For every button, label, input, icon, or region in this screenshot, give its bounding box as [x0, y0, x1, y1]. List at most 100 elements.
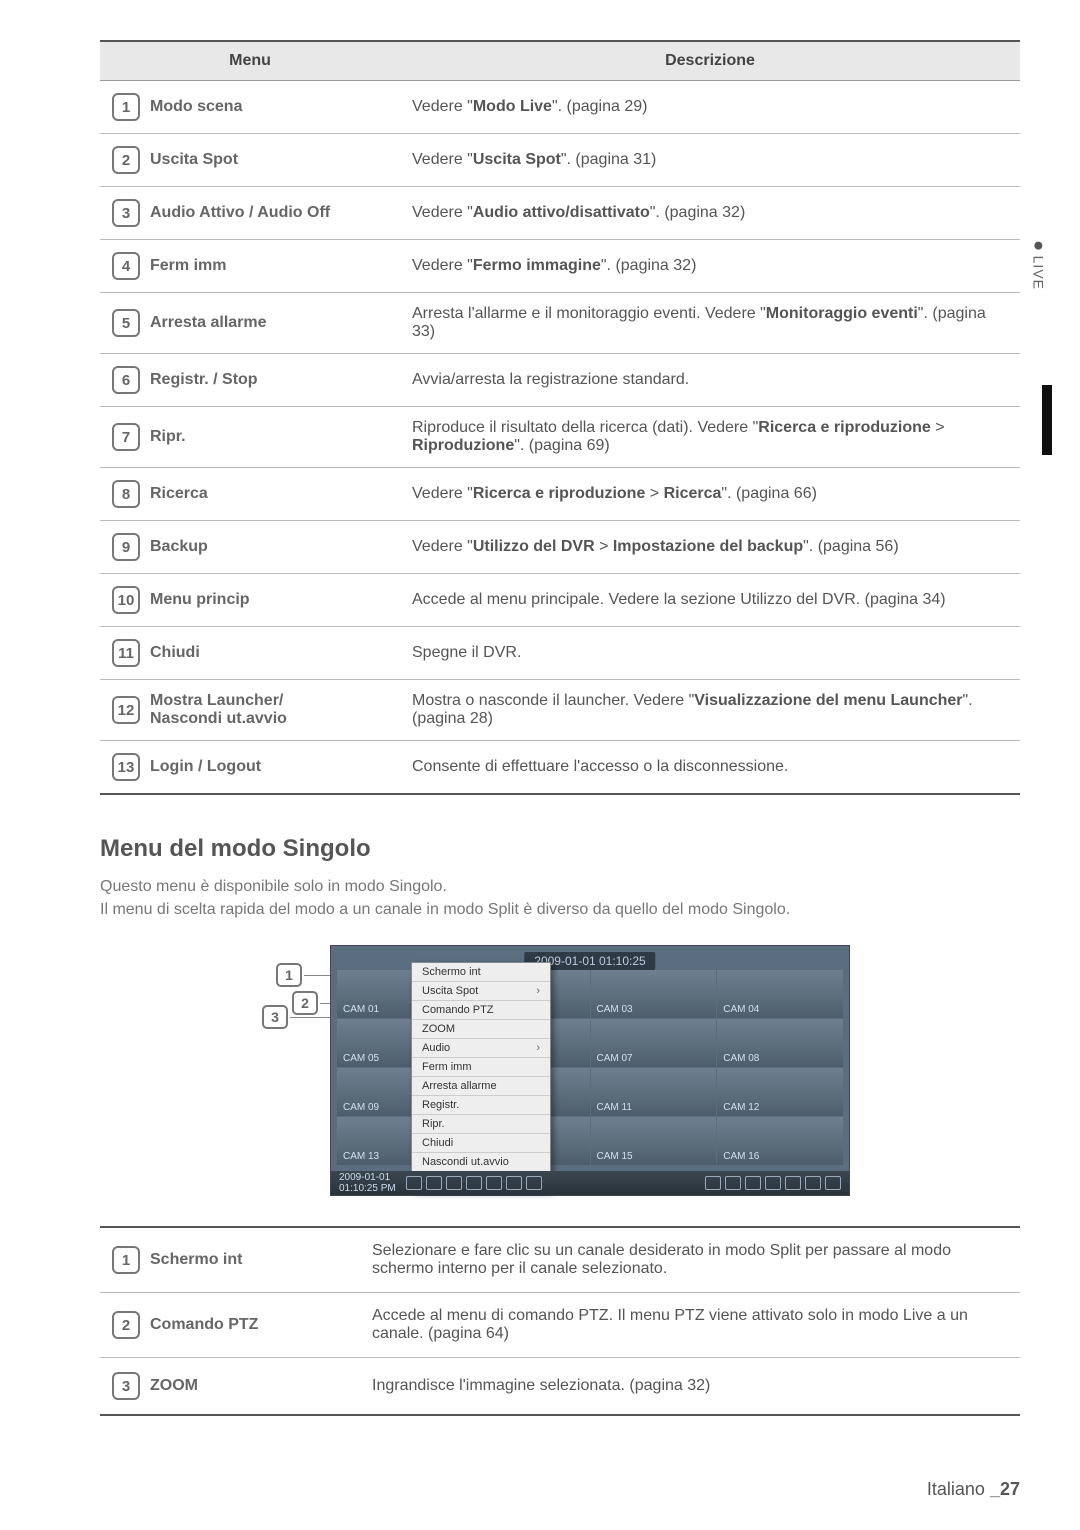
menu-label: Menu princip [150, 591, 250, 609]
zoom-icon [725, 1176, 741, 1190]
context-menu-item: Audio [412, 1039, 550, 1058]
page-footer: Italiano _27 [927, 1479, 1020, 1500]
menu-desc: Ingrandisce l'immagine selezionata. (pag… [360, 1358, 1020, 1416]
side-tab-label: LIVE [1030, 256, 1046, 290]
camera-tile: CAM 04 [717, 970, 843, 1018]
row-number: 3 [112, 1372, 140, 1400]
menu-desc: Accede al menu principale. Vedere la sez… [400, 574, 1020, 627]
intro-line-2: Il menu di scelta rapida del modo a un c… [100, 901, 790, 918]
menu-label: Registr. / Stop [150, 371, 258, 389]
speaker-icon [705, 1176, 721, 1190]
layout-icon [526, 1176, 542, 1190]
menu-desc: Spegne il DVR. [400, 627, 1020, 680]
menu-desc: Arresta l'allarme e il monitoraggio even… [400, 293, 1020, 354]
menu-desc: Accede al menu di comando PTZ. Il menu P… [360, 1293, 1020, 1358]
side-black-bar [1042, 385, 1052, 455]
menu-desc: Vedere "Uscita Spot". (pagina 31) [400, 134, 1020, 187]
side-tab: LIVE [1030, 242, 1046, 290]
play-icon [825, 1176, 841, 1190]
row-number: 4 [112, 252, 140, 280]
menu-desc: Consente di effettuare l'accesso o la di… [400, 741, 1020, 795]
intro-line-1: Questo menu è disponibile solo in modo S… [100, 878, 447, 895]
context-menu-item: Schermo int [412, 963, 550, 982]
callout-leaders: 1 2 3 [270, 945, 330, 1196]
row-number: 1 [112, 1246, 140, 1274]
camera-tile: CAM 08 [717, 1019, 843, 1067]
layout-icon [406, 1176, 422, 1190]
row-number: 3 [112, 199, 140, 227]
context-menu-item: Ferm imm [412, 1058, 550, 1077]
screenshot-figure: 1 2 3 2009-01-01 01:10:25 CAM 01CAM 03CA… [100, 945, 1020, 1196]
context-menu-item: ZOOM [412, 1020, 550, 1039]
context-menu-item: Chiudi [412, 1134, 550, 1153]
menu-label: Backup [150, 538, 208, 556]
menu-label: Login / Logout [150, 758, 261, 776]
menu-label: Schermo int [150, 1251, 242, 1269]
layout-icon [506, 1176, 522, 1190]
menu-label: Arresta allarme [150, 314, 267, 332]
menu-label: Modo scena [150, 98, 242, 116]
menu-label: Mostra Launcher/Nascondi ut.avvio [150, 692, 287, 728]
menu-label: ZOOM [150, 1377, 198, 1395]
row-number: 9 [112, 533, 140, 561]
camera-tile: CAM 11 [591, 1068, 717, 1116]
context-menu-item: Comando PTZ [412, 1001, 550, 1020]
callout-3: 3 [262, 1005, 288, 1029]
context-menu-item: Ripr. [412, 1115, 550, 1134]
layout-icon [486, 1176, 502, 1190]
layout-icon [466, 1176, 482, 1190]
row-number: 2 [112, 1311, 140, 1339]
menu-desc: Selezionare e fare clic su un canale des… [360, 1227, 1020, 1293]
dvr-screenshot: 2009-01-01 01:10:25 CAM 01CAM 03CAM 04CA… [330, 945, 850, 1196]
context-menu-item: Arresta allarme [412, 1077, 550, 1096]
context-menu-item: Nascondi ut.avvio [412, 1153, 550, 1172]
menu-desc: Vedere "Fermo immagine". (pagina 32) [400, 240, 1020, 293]
freeze-icon [785, 1176, 801, 1190]
menu-label: Uscita Spot [150, 151, 238, 169]
context-menu: Schermo intUscita SpotComando PTZZOOMAud… [411, 962, 551, 1191]
row-number: 8 [112, 480, 140, 508]
menu-desc: Mostra o nasconde il launcher. Vedere "V… [400, 680, 1020, 741]
menu-label: Comando PTZ [150, 1316, 258, 1334]
row-number: 10 [112, 586, 140, 614]
menu-description-table: Menu Descrizione 1 Modo scena Vedere "Modo… [100, 40, 1020, 795]
row-number: 6 [112, 366, 140, 394]
camera-tile: CAM 15 [591, 1117, 717, 1165]
menu-label: Chiudi [150, 644, 200, 662]
section-title: Menu del modo Singolo [100, 835, 1020, 863]
menu-desc: Riproduce il risultato della ricerca (da… [400, 407, 1020, 468]
footer-lang: Italiano [927, 1479, 985, 1499]
footer-page: _27 [990, 1479, 1020, 1499]
row-number: 1 [112, 93, 140, 121]
menu-label: Ricerca [150, 485, 208, 503]
alarm-icon [765, 1176, 781, 1190]
menu-desc: Vedere "Utilizzo del DVR > Impostazione … [400, 521, 1020, 574]
camera-tile: CAM 03 [591, 970, 717, 1018]
single-mode-table: 1 Schermo int Selezionare e fare clic su u… [100, 1226, 1020, 1416]
menu-desc: Vedere "Modo Live". (pagina 29) [400, 81, 1020, 134]
toolbar-date: 2009-01-0101:10:25 PM [339, 1172, 396, 1194]
menu-desc: Vedere "Audio attivo/disattivato". (pagi… [400, 187, 1020, 240]
intro-text: Questo menu è disponibile solo in modo S… [100, 875, 1020, 921]
context-menu-item: Uscita Spot [412, 982, 550, 1001]
bottom-toolbar: 2009-01-0101:10:25 PM [331, 1171, 849, 1195]
row-number: 5 [112, 309, 140, 337]
col-header-menu: Menu [100, 41, 400, 81]
camera-tile: CAM 07 [591, 1019, 717, 1067]
rec-icon [805, 1176, 821, 1190]
callout-2: 2 [292, 991, 318, 1015]
context-menu-item: Registr. [412, 1096, 550, 1115]
layout-icon [446, 1176, 462, 1190]
menu-label: Ripr. [150, 428, 186, 446]
camera-tile: CAM 16 [717, 1117, 843, 1165]
camera-tile: CAM 12 [717, 1068, 843, 1116]
bullet-icon [1034, 242, 1042, 250]
ptz-icon [745, 1176, 761, 1190]
menu-desc: Avvia/arresta la registrazione standard. [400, 354, 1020, 407]
col-header-desc: Descrizione [400, 41, 1020, 81]
row-number: 12 [112, 696, 140, 724]
menu-label: Audio Attivo / Audio Off [150, 204, 330, 222]
row-number: 13 [112, 753, 140, 781]
callout-1: 1 [276, 963, 302, 987]
menu-label: Ferm imm [150, 257, 226, 275]
